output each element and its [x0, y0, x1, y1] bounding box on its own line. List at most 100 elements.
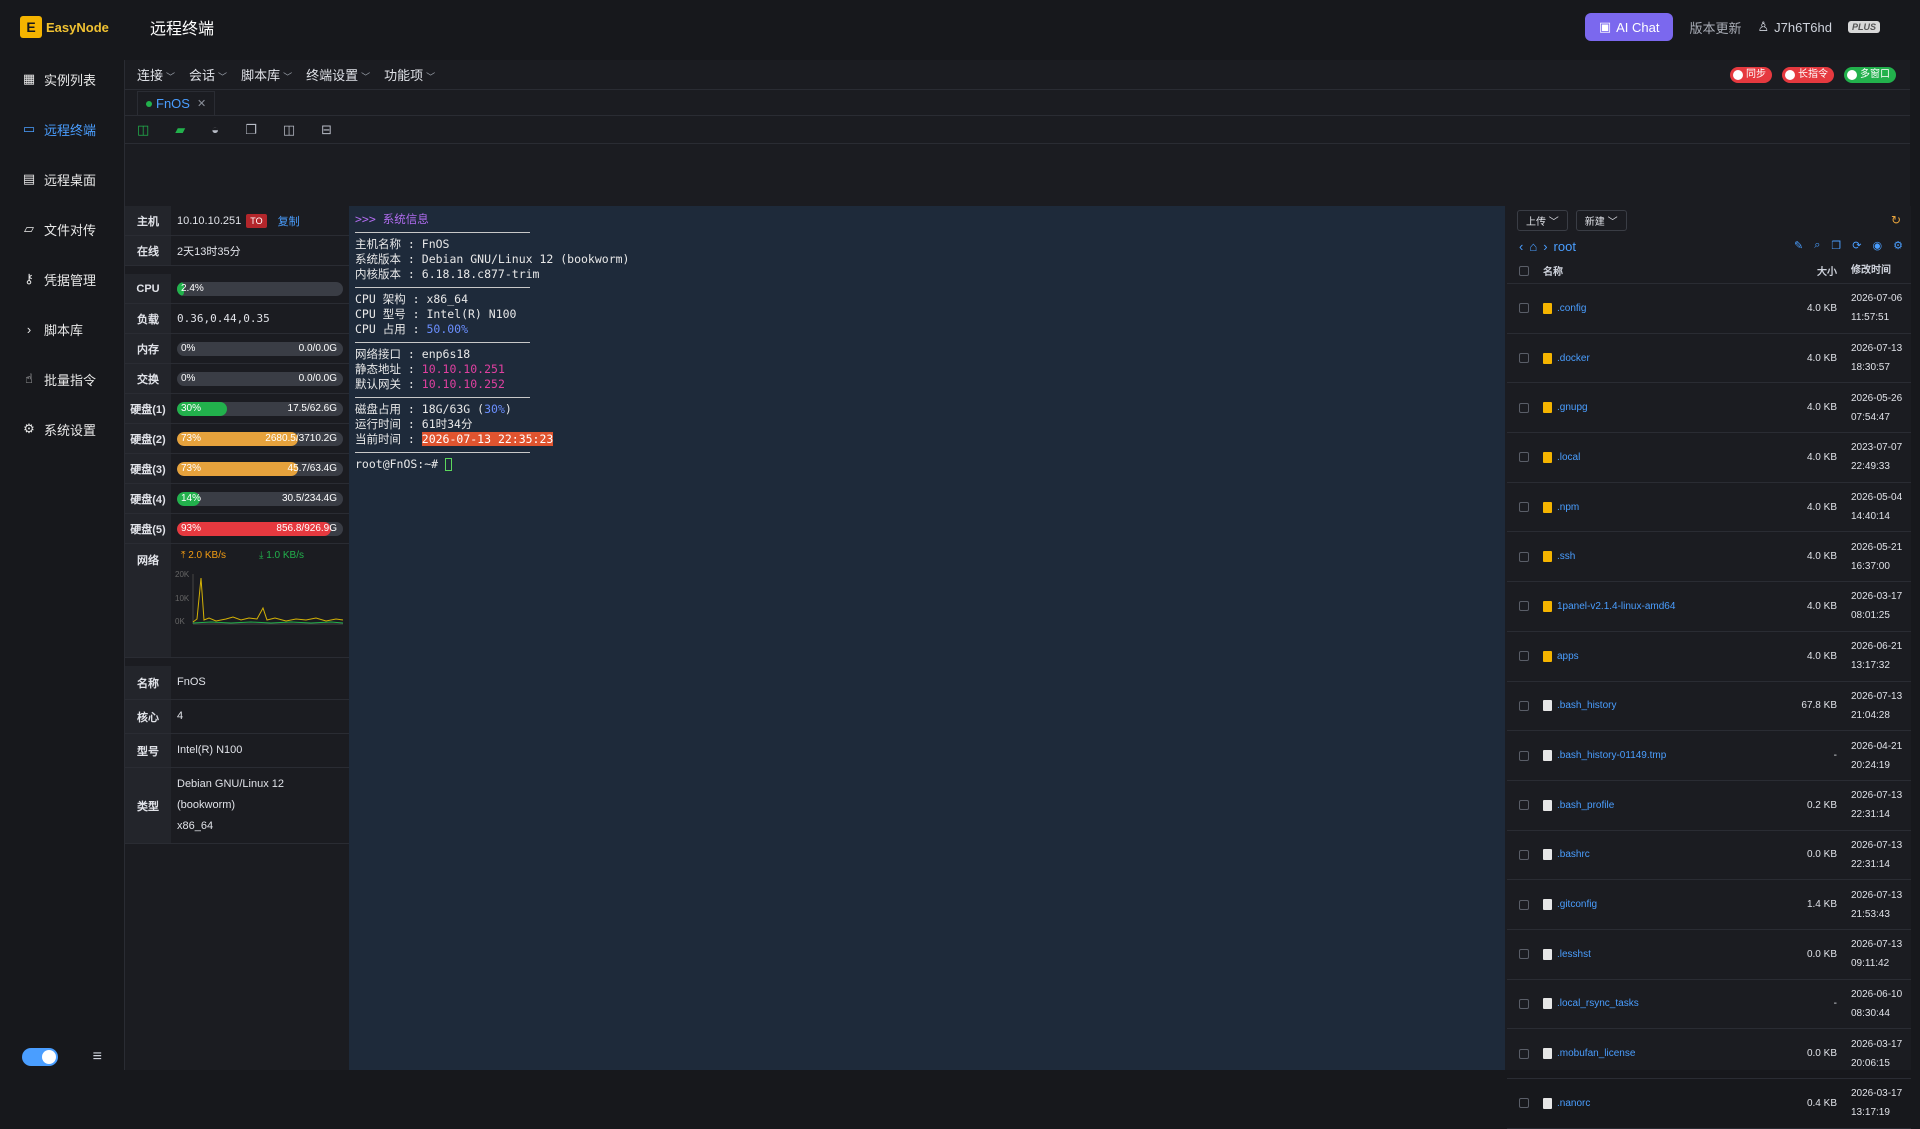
file-row[interactable]: .lesshst 0.0 KB 2026-07-13 09:11:42 [1507, 930, 1911, 980]
file-name[interactable]: .bashrc [1529, 849, 1777, 861]
file-name[interactable]: .config [1529, 302, 1777, 314]
file-row[interactable]: .config 4.0 KB 2026-07-06 11:57:51 [1507, 284, 1911, 334]
version-update-link[interactable]: 版本更新 [1689, 18, 1741, 37]
file-name[interactable]: .docker [1529, 352, 1777, 364]
file-name[interactable]: .nanorc [1529, 1097, 1777, 1109]
row-checkbox[interactable] [1519, 800, 1529, 811]
file-row[interactable]: .ssh 4.0 KB 2026-05-21 16:37:00 [1507, 532, 1911, 583]
copy-icon[interactable]: ❐ [245, 122, 257, 138]
file-row[interactable]: .bashrc 0.0 KB 2026-07-13 22:31:14 [1507, 831, 1911, 881]
user-menu[interactable]: ♙ J7h6T6hd [1758, 19, 1832, 35]
search-icon[interactable]: ⌕ [1814, 239, 1820, 252]
row-checkbox[interactable] [1519, 949, 1529, 960]
file-row[interactable]: .bash_profile 0.2 KB 2026-07-13 22:31:14 [1507, 781, 1911, 831]
ai-chat-button[interactable]: ▣ AI Chat [1584, 13, 1674, 41]
row-checkbox[interactable] [1519, 750, 1529, 761]
sidebar-item-file-transfer[interactable]: ▱ 文件对传 [0, 204, 114, 254]
row-checkbox[interactable] [1519, 1048, 1529, 1059]
file-name[interactable]: .gnupg [1529, 402, 1777, 414]
file-clock: 07:54:47 [1851, 411, 1890, 423]
file-name[interactable]: .bash_profile [1529, 799, 1777, 811]
file-row[interactable]: .docker 4.0 KB 2026-07-13 18:30:57 [1507, 334, 1911, 384]
row-checkbox[interactable] [1519, 551, 1529, 562]
to-badge[interactable]: TO [246, 213, 267, 228]
refresh-icon[interactable]: ↻ [1891, 213, 1901, 227]
file-name[interactable]: .ssh [1529, 551, 1777, 563]
terminal-prompt[interactable]: root@FnOS:~# [355, 457, 1499, 472]
row-checkbox[interactable] [1519, 899, 1529, 910]
row-checkbox[interactable] [1519, 1098, 1529, 1109]
breadcrumb-root[interactable]: root [1554, 239, 1576, 254]
sidebar-item-credentials[interactable]: ⚷ 凭据管理 [0, 254, 114, 304]
sidebar-item-terminal[interactable]: ▭ 远程终端 [0, 104, 114, 154]
file-row[interactable]: .bash_history-01149.tmp - 2026-04-21 20:2… [1507, 731, 1911, 781]
copy-icon[interactable]: ❐ [1831, 239, 1841, 252]
file-row[interactable]: .npm 4.0 KB 2026-05-04 14:40:14 [1507, 483, 1911, 533]
sync-toggle[interactable]: 同步 [1730, 67, 1772, 83]
sidebar-item-scripts[interactable]: › 脚本库 [0, 304, 114, 354]
file-row[interactable]: .nanorc 0.4 KB 2026-03-17 13:17:19 [1507, 1079, 1911, 1129]
menu-scripts[interactable]: 脚本库 ﹀ [241, 65, 292, 84]
edit-icon[interactable]: ✎ [1794, 239, 1803, 252]
file-row[interactable]: .gitconfig 1.4 KB 2026-07-13 21:53:43 [1507, 880, 1911, 930]
split-horizontal-icon[interactable]: ⊟ [321, 122, 332, 138]
multi-window-toggle[interactable]: 多窗口 [1844, 67, 1896, 83]
menu-terminal-settings[interactable]: 终端设置 ﹀ [306, 65, 370, 84]
file-row[interactable]: .local 4.0 KB 2023-07-07 22:49:33 [1507, 433, 1911, 483]
row-checkbox[interactable] [1519, 700, 1529, 711]
file-name[interactable]: .npm [1529, 501, 1777, 513]
menu-session[interactable]: 会话 ﹀ [189, 65, 227, 84]
sidebar-item-instances[interactable]: ▦ 实例列表 [0, 54, 114, 104]
tab-fnos[interactable]: FnOS ✕ [137, 91, 216, 115]
row-checkbox[interactable] [1519, 998, 1529, 1009]
menu-connect[interactable]: 连接 ﹀ [137, 65, 175, 84]
eye-icon[interactable]: ◉ [1873, 239, 1883, 252]
file-name[interactable]: .bash_history-01149.tmp [1529, 750, 1777, 762]
sidebar-item-settings[interactable]: ⚙ 系统设置 [0, 404, 114, 454]
file-row[interactable]: .mobufan_license 0.0 KB 2026-03-17 20:06:… [1507, 1029, 1911, 1079]
select-all-checkbox[interactable] [1519, 265, 1529, 276]
docker-icon[interactable]: ◒ [211, 122, 219, 137]
row-checkbox[interactable] [1519, 502, 1529, 513]
file-name[interactable]: .bash_history [1529, 700, 1777, 712]
file-row[interactable]: .gnupg 4.0 KB 2026-05-26 07:54:47 [1507, 383, 1911, 434]
menu-features[interactable]: 功能项 ﹀ [384, 65, 435, 84]
file-row[interactable]: apps 4.0 KB 2026-06-21 13:17:32 [1507, 632, 1911, 682]
file-row[interactable]: .bash_history 67.8 KB 2026-07-13 21:04:28 [1507, 682, 1911, 732]
home-icon[interactable]: ⌂ [1529, 239, 1537, 254]
model-row: 型号 Intel(R) N100 [125, 734, 349, 768]
file-name[interactable]: apps [1529, 650, 1777, 662]
row-checkbox[interactable] [1519, 849, 1529, 860]
long-command-toggle[interactable]: 长指令 [1782, 67, 1834, 83]
file-row[interactable]: 1panel-v2.1.4-linux-amd64 4.0 KB 2026-03… [1507, 582, 1911, 632]
file-name[interactable]: .local_rsync_tasks [1529, 998, 1777, 1010]
copy-button[interactable]: 复制 [278, 213, 300, 229]
file-name[interactable]: .gitconfig [1529, 899, 1777, 911]
gear-icon[interactable]: ⚙ [1893, 239, 1903, 252]
back-icon[interactable]: ‹ [1519, 239, 1523, 254]
split-vertical-icon[interactable]: ◫ [283, 122, 295, 138]
logo[interactable]: E EasyNode [20, 16, 128, 38]
row-checkbox[interactable] [1519, 353, 1529, 364]
row-checkbox[interactable] [1519, 452, 1529, 463]
row-checkbox[interactable] [1519, 601, 1529, 612]
sidebar-item-batch[interactable]: ☝ 批量指令 [0, 354, 114, 404]
file-name[interactable]: 1panel-v2.1.4-linux-amd64 [1529, 600, 1777, 612]
row-checkbox[interactable] [1519, 402, 1529, 413]
terminal[interactable]: >>> 系统信息 主机名称 : FnOS 系统版本 : Debian GNU/L… [349, 206, 1505, 1070]
close-icon[interactable]: ✕ [197, 97, 206, 110]
file-row[interactable]: .local_rsync_tasks - 2026-06-10 08:30:44 [1507, 980, 1911, 1030]
row-checkbox[interactable] [1519, 303, 1529, 314]
file-name[interactable]: .mobufan_license [1529, 1048, 1777, 1060]
monitor-icon[interactable]: ◫ [137, 122, 149, 138]
folder-icon[interactable]: ▰ [175, 122, 185, 138]
row-checkbox[interactable] [1519, 651, 1529, 662]
file-name[interactable]: .local [1529, 451, 1777, 463]
menu-icon[interactable]: ≡ [93, 1048, 102, 1066]
theme-toggle[interactable] [22, 1048, 58, 1066]
upload-button[interactable]: 上传 ﹀ [1517, 209, 1568, 231]
sync-icon[interactable]: ⟳ [1852, 239, 1861, 252]
file-name[interactable]: .lesshst [1529, 948, 1777, 960]
sidebar-item-desktop[interactable]: ▤ 远程桌面 [0, 154, 114, 204]
new-button[interactable]: 新建 ﹀ [1575, 209, 1627, 231]
